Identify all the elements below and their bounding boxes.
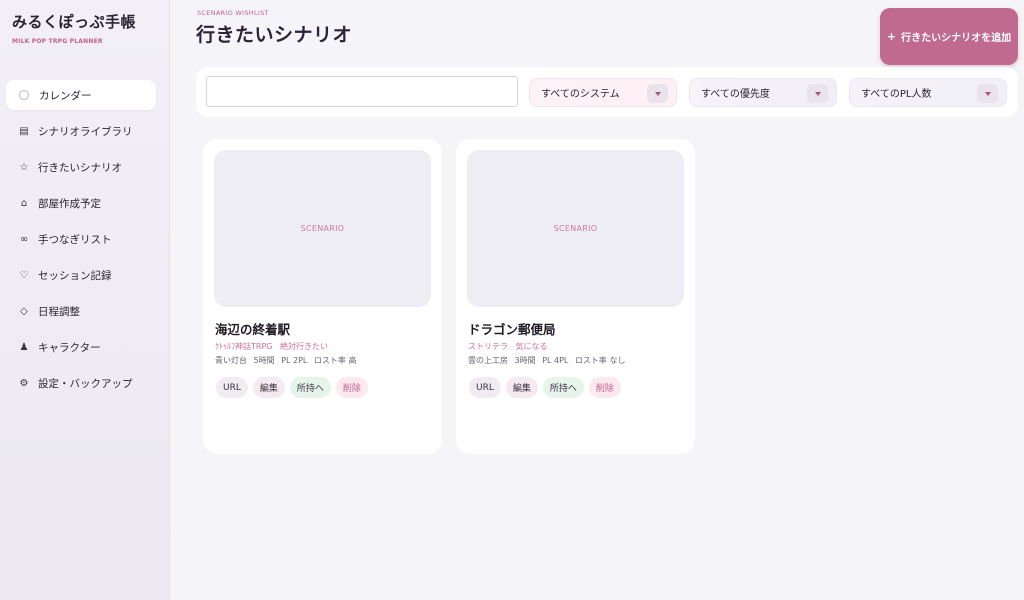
sidebar-item-label: 行きたいシナリオ [38,161,122,174]
scenario-meta: 青い灯台 5時間 PL 2PL ロスト率 高 [215,355,360,366]
sidebar-item-label: キャラクター [38,341,101,354]
sidebar-item-scheduling[interactable]: ◇ 日程調整 [6,296,156,326]
url-button[interactable]: URL [216,377,248,398]
add-scenario-button[interactable]: + 行きたいシナリオを追加 [880,8,1018,65]
book-icon: ▤ [19,125,29,137]
sidebar-item-label: 手つなぎリスト [38,233,112,246]
chevron-down-icon [807,84,828,103]
gear-icon: ⚙ [19,377,29,389]
system-filter-value: すべてのシステム [541,89,620,100]
scenario-card: SCENARIO 海辺の終着駅 ｸﾄｩﾙﾌ神話TRPG 絶対行きたい 青い灯台 … [203,139,442,454]
sidebar-item-session-log[interactable]: ♡ セッション記録 [6,260,156,290]
filter-bar: すべてのシステム すべての優先度 すべてのPL人数 [196,67,1018,117]
system-filter-select[interactable]: すべてのシステム [529,78,677,107]
sidebar-item-label: カレンダー [39,89,92,102]
sidebar-item-settings[interactable]: ⚙ 設定・バックアップ [6,368,156,398]
priority-filter-select[interactable]: すべての優先度 [689,78,837,107]
plus-icon: + [886,30,897,43]
thumbnail-placeholder-label: SCENARIO [300,224,345,233]
scenario-meta: 雲の上工房 3時間 PL 4PL ロスト率 なし [468,355,629,366]
priority-tag: 絶対行きたい [280,342,329,351]
edit-button[interactable]: 編集 [505,377,538,398]
players-text: PL 4PL [542,356,569,365]
players-text: PL 2PL [281,356,308,365]
sidebar-item-calendar[interactable]: カレンダー [6,80,156,110]
page-title: 行きたいシナリオ [196,24,353,46]
infinity-icon: ∞ [19,233,29,245]
scenario-tags: ｸﾄｩﾙﾌ神話TRPG 絶対行きたい [215,341,333,352]
delete-button[interactable]: 削除 [335,377,368,398]
person-icon: ♟ [19,341,29,353]
sidebar-item-label: 日程調整 [38,305,80,318]
thumbnail-placeholder-label: SCENARIO [553,224,598,233]
lost-rate-text: ロスト率 なし [574,356,626,365]
author-text: 雲の上工房 [468,356,508,365]
move-to-owned-button[interactable]: 所持へ [289,377,331,398]
duration-text: 5時間 [253,356,275,365]
scenario-thumbnail: SCENARIO [214,150,431,307]
sidebar-item-scenario-library[interactable]: ▤ シナリオライブラリ [6,116,156,146]
sidebar-item-label: シナリオライブラリ [38,125,133,138]
duration-text: 3時間 [514,356,536,365]
card-actions: URL 編集 所持へ 削除 [216,377,373,398]
sidebar-nav: カレンダー ▤ シナリオライブラリ ☆ 行きたいシナリオ ⌂ 部屋作成予定 ∞ … [6,80,156,404]
sidebar-item-label: セッション記録 [38,269,112,282]
author-text: 青い灯台 [215,356,247,365]
move-to-owned-button[interactable]: 所持へ [542,377,584,398]
players-filter-value: すべてのPL人数 [861,89,932,100]
scenario-tags: ストリテラ 気になる [468,341,553,352]
diamond-icon: ◇ [20,305,28,317]
scenario-title: 海辺の終着駅 [215,322,291,337]
star-icon: ☆ [19,161,29,173]
app-subtitle: MILK POP TRPG PLANNER [12,38,103,45]
edit-button[interactable]: 編集 [252,377,285,398]
app-title: みるくぽっぷ手帳 [12,13,137,31]
sidebar-item-label: 設定・バックアップ [38,377,133,390]
sidebar-item-label: 部屋作成予定 [38,197,101,210]
sidebar-item-wishlist[interactable]: ☆ 行きたいシナリオ [6,152,156,182]
lost-rate-text: ロスト率 高 [313,356,357,365]
card-actions: URL 編集 所持へ 削除 [469,377,626,398]
system-tag: ｸﾄｩﾙﾌ神話TRPG [215,342,273,351]
circle-icon [19,90,29,100]
sidebar-item-characters[interactable]: ♟ キャラクター [6,332,156,362]
scenario-title: ドラゴン郵便局 [468,322,556,337]
page-eyebrow: SCENARIO WISHLIST [197,9,269,17]
chevron-down-icon [647,84,668,103]
add-scenario-label: 行きたいシナリオを追加 [901,33,1012,44]
chevron-down-icon [977,84,998,103]
delete-button[interactable]: 削除 [588,377,621,398]
priority-tag: 気になる [515,342,548,351]
priority-filter-value: すべての優先度 [701,89,770,100]
scenario-card: SCENARIO ドラゴン郵便局 ストリテラ 気になる 雲の上工房 3時間 PL… [456,139,695,454]
players-filter-select[interactable]: すべてのPL人数 [849,78,1007,107]
house-icon: ⌂ [20,197,28,209]
sidebar-item-room-plans[interactable]: ⌂ 部屋作成予定 [6,188,156,218]
url-button[interactable]: URL [469,377,501,398]
search-input[interactable] [206,76,518,107]
system-tag: ストリテラ [468,342,508,351]
heart-icon: ♡ [19,269,29,281]
scenario-thumbnail: SCENARIO [467,150,684,307]
sidebar-item-handholding-list[interactable]: ∞ 手つなぎリスト [6,224,156,254]
sidebar: みるくぽっぷ手帳 MILK POP TRPG PLANNER カレンダー ▤ シ… [0,0,170,600]
